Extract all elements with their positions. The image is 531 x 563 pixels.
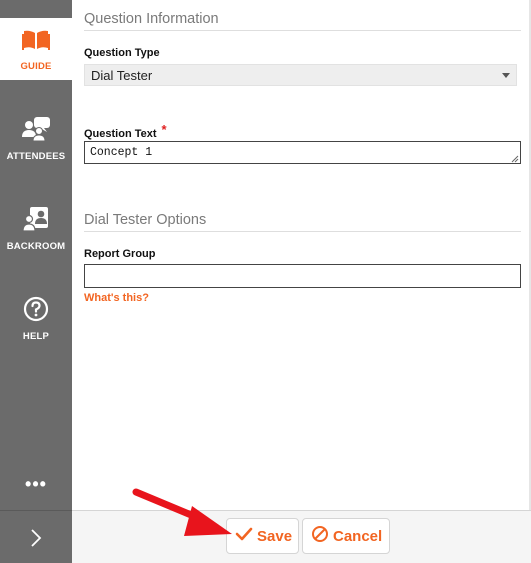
cancel-circle-icon bbox=[311, 525, 333, 547]
sidebar-item-label: HELP bbox=[22, 331, 50, 342]
sidebar-item-label: ATTENDEES bbox=[6, 151, 66, 162]
section-divider bbox=[84, 231, 521, 232]
main-panel: Question Information Question Type Dial … bbox=[72, 0, 531, 563]
expand-sidebar-button[interactable] bbox=[0, 526, 72, 554]
sidebar-item-label: GUIDE bbox=[20, 61, 52, 72]
resize-grip-icon[interactable] bbox=[511, 154, 519, 163]
report-group-label: Report Group bbox=[84, 248, 156, 260]
save-button-label: Save bbox=[257, 527, 293, 545]
sidebar-item-attendees[interactable]: ATTENDEES bbox=[0, 116, 72, 166]
required-marker: * bbox=[161, 122, 167, 137]
section-title-question-information: Question Information bbox=[84, 11, 219, 27]
section-divider bbox=[84, 30, 521, 31]
help-circle-icon bbox=[23, 296, 49, 327]
book-icon bbox=[22, 28, 50, 57]
sidebar-item-help[interactable]: HELP bbox=[0, 296, 72, 346]
more-button[interactable]: ••• bbox=[0, 474, 72, 495]
question-type-select[interactable]: Dial Tester bbox=[84, 64, 517, 86]
sidebar-item-label: BACKROOM bbox=[6, 241, 66, 252]
cancel-button-label: Cancel bbox=[333, 527, 383, 545]
whats-this-link[interactable]: What's this? bbox=[84, 292, 149, 304]
question-text-label: Question Text * bbox=[84, 122, 167, 140]
people-chat-icon bbox=[20, 116, 52, 147]
report-group-input[interactable] bbox=[84, 264, 521, 288]
chevron-right-icon bbox=[30, 528, 42, 552]
question-type-label: Question Type bbox=[84, 47, 160, 59]
question-type-value: Dial Tester bbox=[91, 67, 153, 83]
question-text-value: Concept 1 bbox=[90, 146, 153, 159]
section-title-dial-tester-options: Dial Tester Options bbox=[84, 212, 207, 228]
cancel-button[interactable]: Cancel bbox=[302, 518, 390, 554]
sidebar-item-backroom[interactable]: BACKROOM bbox=[0, 206, 72, 256]
sidebar: GUIDE ATTENDEES BACKROOM HELP ••• bbox=[0, 0, 72, 563]
question-text-label-text: Question Text bbox=[84, 128, 157, 140]
chevron-down-icon bbox=[502, 73, 510, 78]
sidebar-divider bbox=[0, 510, 72, 511]
question-text-field[interactable]: Concept 1 bbox=[84, 141, 521, 164]
backroom-icon bbox=[22, 206, 50, 237]
sidebar-item-guide[interactable]: GUIDE bbox=[0, 18, 72, 80]
annotation-arrow-icon bbox=[132, 488, 232, 536]
